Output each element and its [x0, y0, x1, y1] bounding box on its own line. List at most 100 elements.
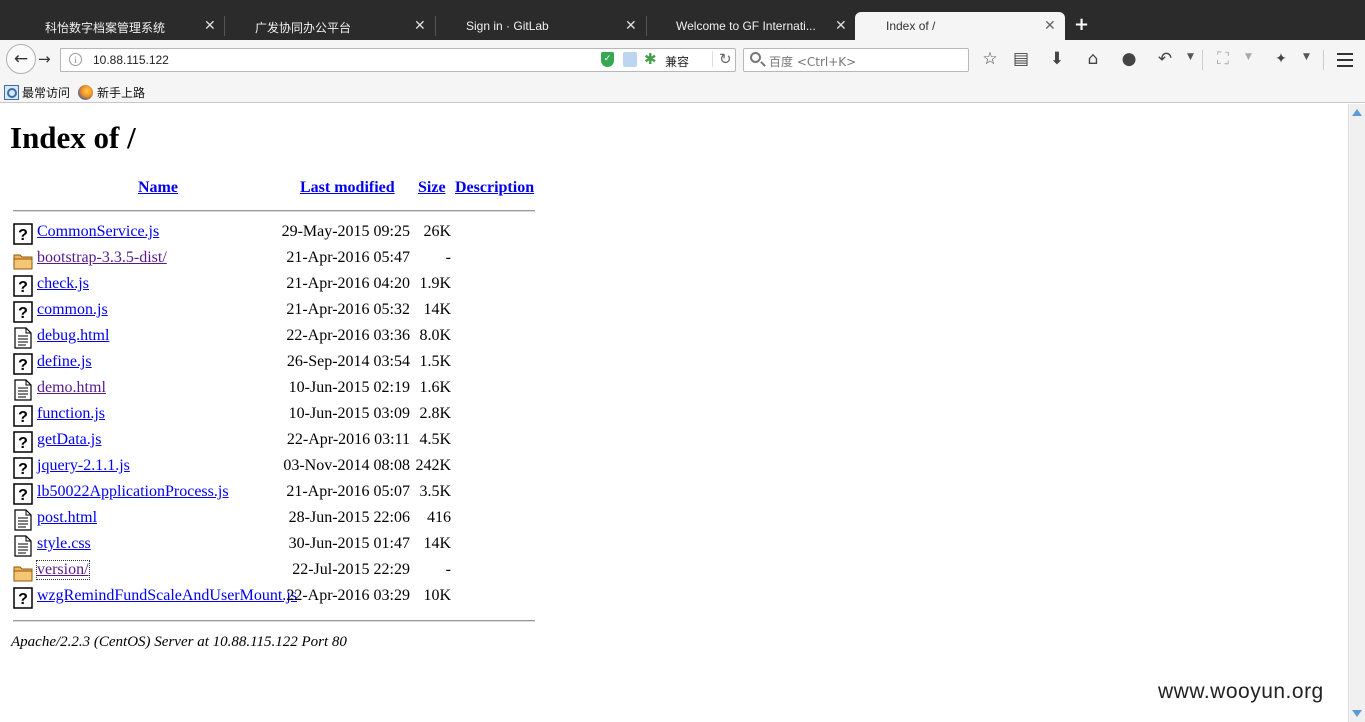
divider [13, 620, 535, 622]
file-row: debug.html 22-Apr-2016 03:36 8.0K [0, 325, 600, 351]
file-link[interactable]: debug.html [37, 327, 109, 345]
file-link[interactable]: demo.html [37, 379, 106, 397]
unknown-file-icon: ? [13, 483, 33, 505]
file-row: version/22-Jul-2015 22:29 - [0, 559, 600, 585]
svg-text:?: ? [18, 435, 28, 452]
svg-text:?: ? [18, 487, 28, 504]
text-file-icon [13, 327, 33, 349]
info-icon[interactable]: i [69, 53, 82, 66]
file-size: 8.0K [419, 327, 451, 344]
file-link[interactable]: getData.js [37, 431, 101, 449]
file-link[interactable]: bootstrap-3.3.5-dist/ [37, 249, 167, 267]
file-modified: 10-Jun-2015 02:19 [288, 379, 410, 396]
file-row: style.css 30-Jun-2015 01:47 14K [0, 533, 600, 559]
svg-text:?: ? [18, 227, 28, 244]
file-link[interactable]: CommonService.js [37, 223, 159, 241]
file-size: - [445, 249, 451, 266]
file-link[interactable]: check.js [37, 275, 89, 293]
bookmark-getting-started[interactable]: 新手上路 [78, 84, 145, 101]
chevron-down-icon[interactable]: ▼ [1187, 52, 1194, 62]
file-link[interactable]: post.html [37, 509, 97, 527]
column-header-description[interactable]: Description [455, 179, 534, 197]
home-icon[interactable]: ⌂ [1082, 48, 1104, 70]
file-link[interactable]: jquery-2.1.1.js [37, 457, 130, 475]
new-tab-button[interactable]: + [1074, 16, 1089, 34]
column-header-size[interactable]: Size [418, 179, 446, 197]
forward-button[interactable]: → [38, 50, 51, 68]
unknown-file-icon: ? [13, 457, 33, 479]
bookmark-star-icon[interactable]: ☆ [979, 48, 1001, 70]
close-icon[interactable]: ✕ [414, 17, 426, 34]
chevron-down-icon[interactable]: ▼ [1303, 52, 1310, 62]
close-icon[interactable]: ✕ [835, 17, 847, 34]
url-text[interactable]: 10.88.115.122 [93, 53, 169, 67]
page-title: Index of / [10, 120, 136, 155]
bookmarks-toolbar: 最常访问 新手上路 [0, 80, 1365, 103]
unknown-file-icon: ? [13, 431, 33, 453]
file-row: post.html 28-Jun-2015 22:06 416 [0, 507, 600, 533]
watermark: www.wooyun.org [1158, 680, 1324, 703]
puzzle-icon[interactable]: ✱ [644, 51, 657, 67]
most-visited-icon [4, 85, 19, 100]
tab-title: Welcome to GF Internati... [676, 19, 816, 33]
tab-archive-system[interactable]: 科怡数字档案管理系统 ✕ [0, 12, 224, 40]
bookmark-most-visited[interactable]: 最常访问 [4, 84, 70, 101]
reload-icon[interactable]: ↻ [712, 51, 732, 67]
tab-index-of[interactable]: Index of / ✕ [855, 12, 1065, 40]
vertical-scrollbar[interactable] [1348, 104, 1365, 722]
close-icon[interactable]: ✕ [625, 17, 637, 34]
shield-icon[interactable]: ✓ [601, 52, 614, 67]
chevron-down-icon[interactable]: ▼ [1245, 52, 1252, 62]
file-modified: 21-Apr-2016 05:32 [286, 301, 410, 318]
search-box[interactable]: 百度 <Ctrl+K> [743, 48, 969, 72]
file-link[interactable]: define.js [37, 353, 92, 371]
file-size: - [445, 561, 451, 578]
column-header-name[interactable]: Name [138, 179, 178, 197]
download-icon[interactable]: ⬇ [1046, 48, 1068, 70]
file-link[interactable]: common.js [37, 301, 108, 319]
page-content: Index of / Name Last modified Size Descr… [0, 104, 1348, 722]
file-modified: 21-Apr-2016 05:47 [286, 249, 410, 266]
file-modified: 22-Apr-2016 03:36 [286, 327, 410, 344]
crop-icon[interactable]: ⛶ [1212, 48, 1234, 70]
undo-icon[interactable]: ↶ [1154, 48, 1176, 70]
svg-text:?: ? [18, 591, 28, 608]
file-modified: 22-Apr-2016 03:11 [286, 431, 410, 448]
file-link[interactable]: style.css [37, 535, 91, 553]
tab-gf-international[interactable]: Welcome to GF Internati... ✕ [647, 12, 852, 40]
file-link[interactable]: version/ [36, 560, 90, 580]
file-row: ? define.js 26-Sep-2014 03:54 1.5K [0, 351, 600, 377]
close-icon[interactable]: ✕ [1044, 17, 1056, 34]
column-header-last-modified[interactable]: Last modified [300, 179, 395, 197]
file-modified: 03-Nov-2014 08:08 [283, 457, 410, 474]
address-bar[interactable]: i 10.88.115.122 ✓ ✱ 兼容 ↻ [60, 48, 736, 72]
scroll-up-icon[interactable] [1352, 109, 1362, 116]
text-file-icon [13, 509, 33, 531]
chat-icon[interactable]: ● [1118, 48, 1140, 70]
file-size: 14K [423, 535, 451, 552]
file-size: 242K [415, 457, 451, 474]
file-row: ? common.js 21-Apr-2016 05:32 14K [0, 299, 600, 325]
file-link[interactable]: function.js [37, 405, 105, 423]
file-link[interactable]: wzgRemindFundScaleAndUserMount.js [37, 587, 297, 605]
close-icon[interactable]: ✕ [204, 17, 216, 34]
tab-strip: 科怡数字档案管理系统 ✕ 广发协同办公平台 ✕ Sign in · GitLab… [0, 0, 1365, 40]
back-button[interactable]: ← [6, 44, 36, 74]
search-placeholder[interactable]: 百度 <Ctrl+K> [769, 53, 856, 70]
tab-title: 广发协同办公平台 [255, 21, 352, 35]
file-size: 416 [427, 509, 451, 526]
file-modified: 10-Jun-2015 03:09 [288, 405, 410, 422]
tab-gitlab[interactable]: Sign in · GitLab ✕ [436, 12, 646, 40]
reading-list-icon[interactable]: ▤ [1010, 48, 1032, 70]
menu-icon[interactable] [1337, 53, 1353, 71]
file-size: 10K [423, 587, 451, 604]
scroll-down-icon[interactable] [1352, 710, 1362, 717]
extension-icon[interactable]: ✦ [1270, 48, 1292, 70]
search-icon [750, 52, 761, 63]
file-link[interactable]: lb50022ApplicationProcess.js [37, 483, 229, 501]
tab-office-platform[interactable]: 广发协同办公平台 ✕ [225, 12, 435, 40]
compatibility-mode-label[interactable]: 兼容 [665, 53, 689, 70]
file-row: ? check.js 21-Apr-2016 04:20 1.9K [0, 273, 600, 299]
unknown-file-icon: ? [13, 275, 33, 297]
cube-icon[interactable] [623, 52, 637, 67]
